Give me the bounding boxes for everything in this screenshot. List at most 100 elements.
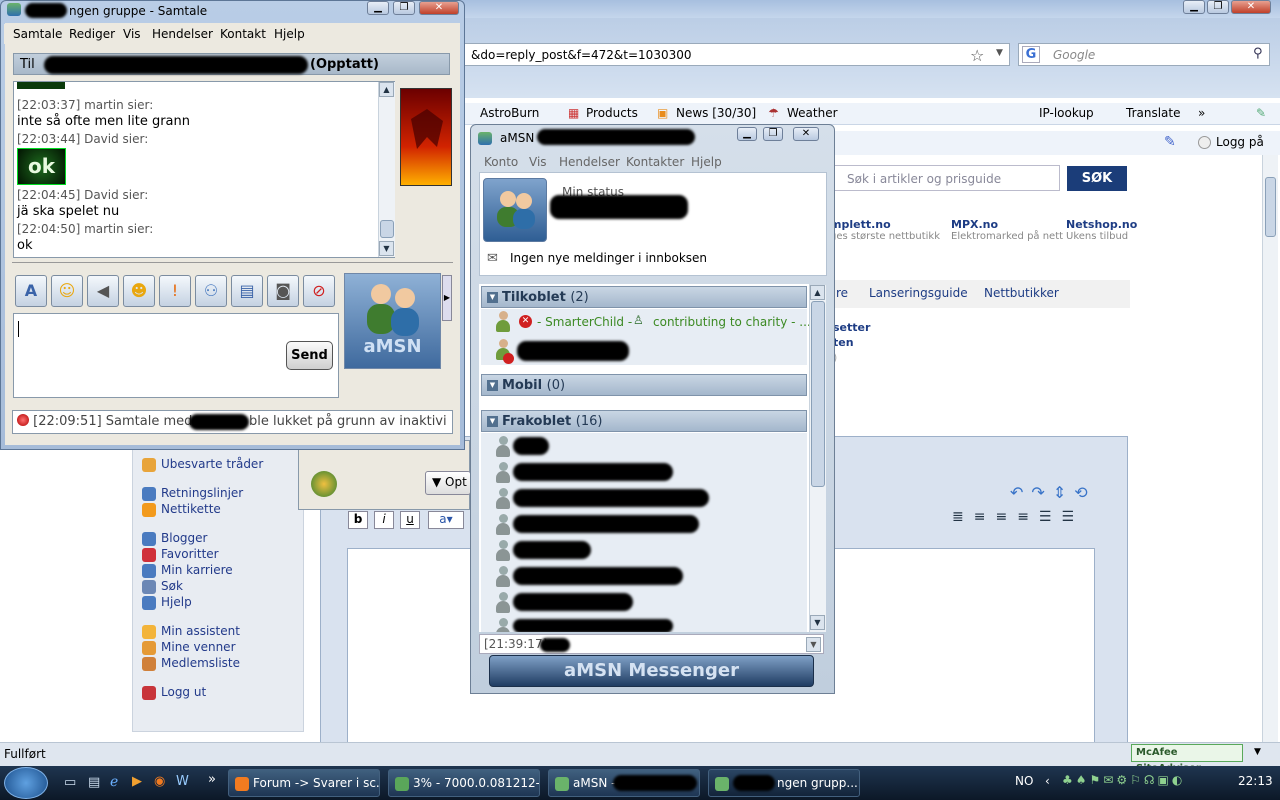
send-button[interactable]: Send — [286, 341, 333, 370]
site-search-input[interactable]: Søk i artikler og prisguide — [830, 165, 1060, 191]
inbox-status[interactable]: Ingen nye meldinger i innboksen — [510, 251, 707, 265]
url-bar[interactable]: &do=reply_post&f=472&t=1030300 — [462, 43, 1010, 66]
store-netshop[interactable]: Netshop.no Ukens tilbud — [1066, 218, 1137, 242]
collapse-icon[interactable]: ▼ — [487, 292, 498, 303]
sidebar-item-9[interactable]: Mine venner — [161, 640, 236, 654]
login-link[interactable]: Logg på — [1216, 135, 1264, 149]
close-button[interactable]: ✕ — [1231, 0, 1271, 14]
star-icon[interactable]: ☆ — [970, 46, 984, 65]
wink-icon[interactable]: ☻ — [123, 275, 155, 307]
invite-icon[interactable]: ⚇ — [195, 275, 227, 307]
sidebar-item-11[interactable]: Logg ut — [161, 685, 206, 699]
chat-minimize-button[interactable]: ▁ — [367, 1, 389, 15]
task-amsn[interactable]: aMSN - — [548, 769, 700, 797]
firefox-icon[interactable]: ◉ — [154, 774, 165, 789]
menu-hjelp[interactable]: Hjelp — [691, 155, 722, 169]
menu-hendelser[interactable]: Hendelser — [559, 155, 620, 169]
tab-partial[interactable]: re — [836, 286, 848, 300]
menu-kontakter[interactable]: Kontakter — [626, 155, 684, 169]
smiley-icon[interactable]: ☺ — [51, 275, 83, 307]
task-download[interactable]: 3% - 7000.0.081212-... — [388, 769, 540, 797]
menu-samtale[interactable]: Samtale — [13, 27, 62, 41]
amsn-minimize-button[interactable]: ▁ — [737, 127, 757, 141]
sidebar-item-5[interactable]: Min karriere — [161, 563, 233, 577]
amsn-maximize-button[interactable]: ❐ — [763, 127, 783, 141]
webcam-icon[interactable]: ◙ — [267, 275, 299, 307]
tab-nettbutikker[interactable]: Nettbutikker — [984, 286, 1059, 300]
side-link[interactable]: ten — [833, 335, 870, 350]
contact-list-scrollbar[interactable]: ▲ ▼ — [809, 285, 826, 632]
sidebar-item-10[interactable]: Medlemsliste — [161, 656, 240, 670]
group-tilkoblet[interactable]: ▼ Tilkoblet (2) — [481, 286, 807, 308]
sidebar-item-8[interactable]: Min assistent — [161, 624, 240, 638]
menu-rediger[interactable]: Rediger — [69, 27, 115, 41]
search-icon[interactable]: ⚲ — [1253, 46, 1263, 61]
mcafee-dropdown-icon[interactable]: ▼ — [1254, 747, 1261, 757]
bookmark-astroburn[interactable]: AstroBurn — [480, 106, 539, 120]
bookmark-products[interactable]: Products — [586, 106, 638, 120]
bookmark-weather[interactable]: Weather — [787, 106, 838, 120]
sidebar-item-1[interactable]: Retningslinjer — [161, 486, 243, 500]
chat-close-button[interactable]: ✕ — [419, 1, 459, 15]
minimize-button[interactable]: ▁ — [1183, 0, 1205, 14]
avatar-toggle-icon[interactable]: ▶ — [442, 275, 452, 321]
tab-lanseringsguide[interactable]: Lanseringsguide — [869, 286, 968, 300]
sidebar-item-4[interactable]: Favoritter — [161, 547, 219, 561]
maximize-button[interactable]: ❐ — [1207, 0, 1229, 14]
bookmark-overflow[interactable]: » — [1198, 106, 1205, 120]
menu-hendelser[interactable]: Hendelser — [152, 27, 213, 41]
group-mobil[interactable]: ▼ Mobil (0) — [481, 374, 807, 396]
nudge-icon[interactable]: ! — [159, 275, 191, 307]
scroll-up-icon[interactable]: ▲ — [379, 82, 394, 97]
task-chat[interactable]: ngen grupp... — [708, 769, 860, 797]
italic-button[interactable]: i — [374, 511, 394, 529]
font-button[interactable]: A — [15, 275, 47, 307]
switch-windows-icon[interactable]: ▤ — [88, 775, 100, 790]
send-file-icon[interactable]: ▤ — [231, 275, 263, 307]
wrench-icon[interactable]: ✎ — [1256, 106, 1266, 120]
bookmark-translate[interactable]: Translate — [1126, 106, 1181, 120]
menu-hjelp[interactable]: Hjelp — [274, 27, 305, 41]
bookmark-news[interactable]: News [30/30] — [676, 106, 756, 120]
search-bar[interactable]: G Google ⚲ — [1018, 43, 1270, 66]
dropdown-icon[interactable]: ▼ — [806, 637, 821, 652]
scroll-down-icon[interactable]: ▼ — [379, 241, 394, 256]
side-link[interactable]: setter — [833, 320, 870, 335]
options-button[interactable]: ▼ Opt — [425, 471, 471, 495]
mcafee-badge[interactable]: McAfee SiteAdvisor — [1131, 744, 1243, 774]
ie-icon[interactable]: ℯ — [110, 774, 118, 790]
align-icons[interactable]: ≣≡≡≡☰☰ — [952, 509, 1084, 525]
scroll-thumb[interactable] — [380, 220, 394, 238]
tray-expand-icon[interactable]: ‹ — [1045, 774, 1050, 788]
scroll-down-icon[interactable]: ▼ — [810, 615, 825, 630]
collapse-icon[interactable]: ▼ — [487, 416, 498, 427]
scroll-thumb[interactable] — [1265, 177, 1276, 237]
my-display-picture[interactable] — [483, 178, 547, 242]
sidebar-item-2[interactable]: Nettikette — [161, 502, 221, 516]
block-icon[interactable]: ⊘ — [303, 275, 335, 307]
amsn-close-button[interactable]: ✕ — [793, 127, 819, 141]
collapse-icon[interactable]: ▼ — [487, 380, 498, 391]
store-komplett[interactable]: mplett.no ges største nettbutikk — [830, 218, 940, 242]
bold-button[interactable]: b — [348, 511, 368, 529]
editor-history-icons[interactable]: ↶↷⇕⟲ — [1010, 483, 1096, 502]
media-icon[interactable]: ▶ — [132, 774, 142, 789]
page-scrollbar[interactable] — [1262, 155, 1278, 742]
sidebar-item-6[interactable]: Søk — [161, 579, 183, 593]
voice-clip-icon[interactable]: ◀ — [87, 275, 119, 307]
chat-log-scrollbar[interactable]: ▲ ▼ — [378, 82, 395, 257]
scroll-thumb[interactable] — [811, 301, 825, 487]
menu-konto[interactable]: Konto — [484, 155, 518, 169]
store-mpx[interactable]: MPX.no Elektromarked på nett — [951, 218, 1063, 242]
tool-icon[interactable]: ✎ — [1164, 134, 1176, 150]
sidebar-item-0[interactable]: Ubesvarte tråder — [161, 457, 263, 471]
amsn-event-log[interactable]: [21:39:17] ▼ — [479, 634, 824, 654]
menu-kontakt[interactable]: Kontakt — [220, 27, 266, 41]
amsn-banner[interactable]: aMSN Messenger — [489, 655, 814, 687]
site-search-button[interactable]: SØK — [1067, 166, 1127, 191]
tray-icons[interactable]: ♣♠⚑✉⚙⚐☊▣◐ — [1062, 773, 1185, 787]
start-button[interactable] — [4, 767, 48, 799]
menu-vis[interactable]: Vis — [529, 155, 547, 169]
show-desktop-icon[interactable]: ▭ — [64, 775, 76, 790]
scroll-up-icon[interactable]: ▲ — [810, 285, 825, 300]
